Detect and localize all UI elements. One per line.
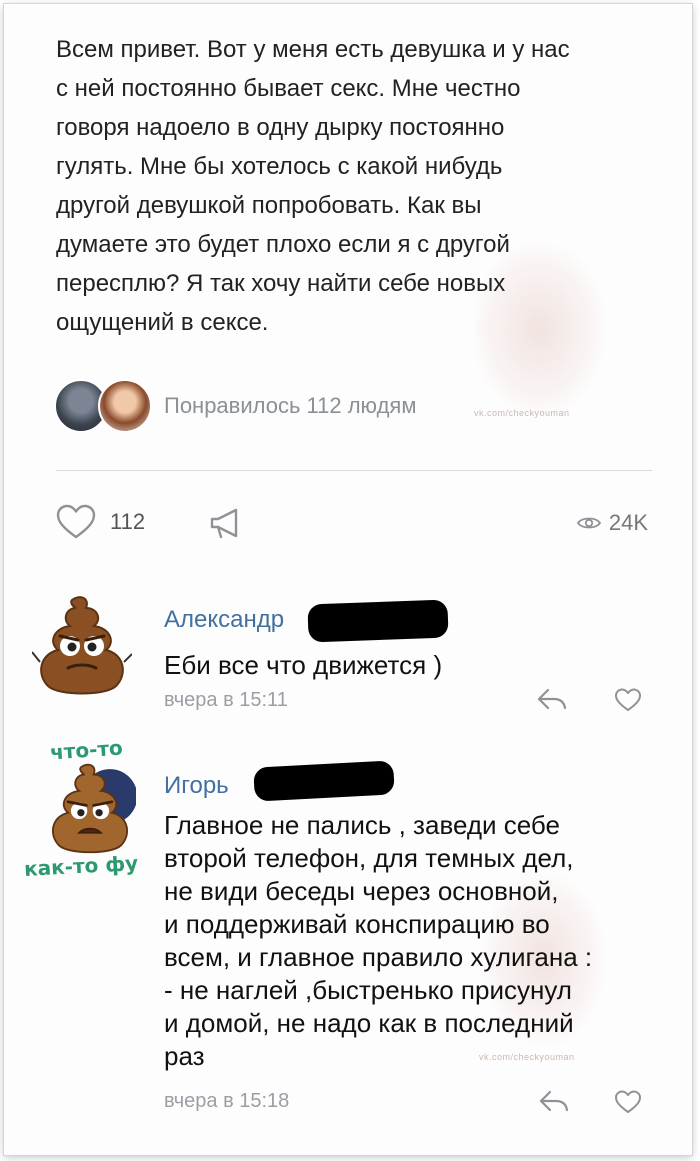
sticker-caption-bottom: как-то фу (23, 851, 139, 881)
comment-line: не види беседы через основной, (164, 876, 559, 906)
post-line: ощущений в сексе. (56, 309, 269, 336)
post-actions: 112 24K (56, 504, 656, 544)
comment-line: Главное не пались , заведи себе (164, 810, 560, 840)
heart-outline-icon[interactable] (614, 1090, 642, 1114)
post-line: пересплю? Я так хочу найти себе новых (56, 270, 506, 297)
comment-time: вчера в 15:18 (164, 1090, 290, 1112)
liked-by-text[interactable]: Понравилось 112 людям (164, 393, 416, 419)
watermark-text: vk.com/checkyouman (474, 408, 570, 418)
comment-author[interactable]: Игорь (164, 772, 229, 800)
screenshot-frame: vk.com/checkyouman vk.com/checkyouman Вс… (4, 4, 692, 1155)
comment-line: второй телефон, для темных дел, (164, 843, 574, 873)
avatar[interactable] (44, 760, 136, 860)
redacted-surname (253, 760, 395, 802)
views-count: 24K (608, 510, 648, 535)
like-count: 112 (110, 509, 146, 534)
reply-arrow-icon[interactable] (536, 686, 568, 712)
comment-line: - не наглей ,быстренько присунул (164, 975, 572, 1005)
post-line: другой девушкой попробовать. Как вы (56, 192, 482, 219)
heart-outline-icon (56, 504, 96, 539)
redacted-surname (307, 599, 449, 643)
avatar[interactable] (98, 379, 152, 433)
comment-time: вчера в 15:11 (164, 689, 288, 711)
post-line: думаете это будет плохо если я с другой (56, 231, 510, 258)
heart-outline-icon[interactable] (614, 688, 642, 712)
post-line: Всем привет. Вот у меня есть девушка и у… (56, 36, 570, 63)
avatar[interactable] (32, 592, 132, 702)
comment-line: Еби все что движется ) (164, 650, 443, 680)
reply-arrow-icon[interactable] (538, 1088, 570, 1114)
eye-icon (576, 517, 601, 529)
comment-line: и поддерживай конспирацию во (164, 909, 550, 939)
post-line: с ней постоянно бывает секс. Мне честно (56, 75, 521, 102)
comment-line: раз (164, 1041, 205, 1071)
comment-line: и домой, не надо как в последний (164, 1008, 574, 1038)
views-counter: 24K (576, 510, 648, 536)
like-button[interactable]: 112 (56, 504, 145, 540)
post-line: говоря надоело в одну дырку постоянно (56, 114, 505, 141)
comment-text: Главное не пались , заведи себе второй т… (164, 809, 592, 1073)
share-button[interactable] (208, 506, 244, 545)
megaphone-icon (210, 508, 238, 539)
comment-author[interactable]: Александр (164, 606, 284, 634)
post-text: Всем привет. Вот у меня есть девушка и у… (56, 30, 656, 342)
comment-text: Еби все что движется ) (164, 649, 442, 682)
comment-line: всем, и главное правило хулигана : (164, 942, 593, 972)
divider (56, 470, 652, 471)
post-line: гулять. Мне бы хотелось с какой нибудь (56, 153, 503, 180)
